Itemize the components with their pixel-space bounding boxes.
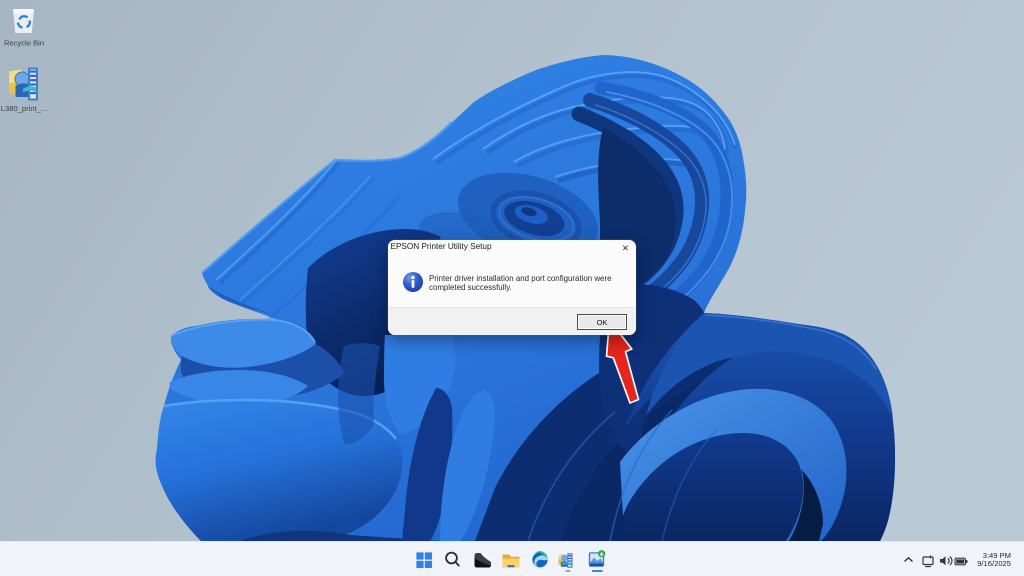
svg-text:Recycle Bin: Recycle Bin [4, 39, 44, 48]
svg-text:L380_print_...: L380_print_... [1, 104, 47, 113]
